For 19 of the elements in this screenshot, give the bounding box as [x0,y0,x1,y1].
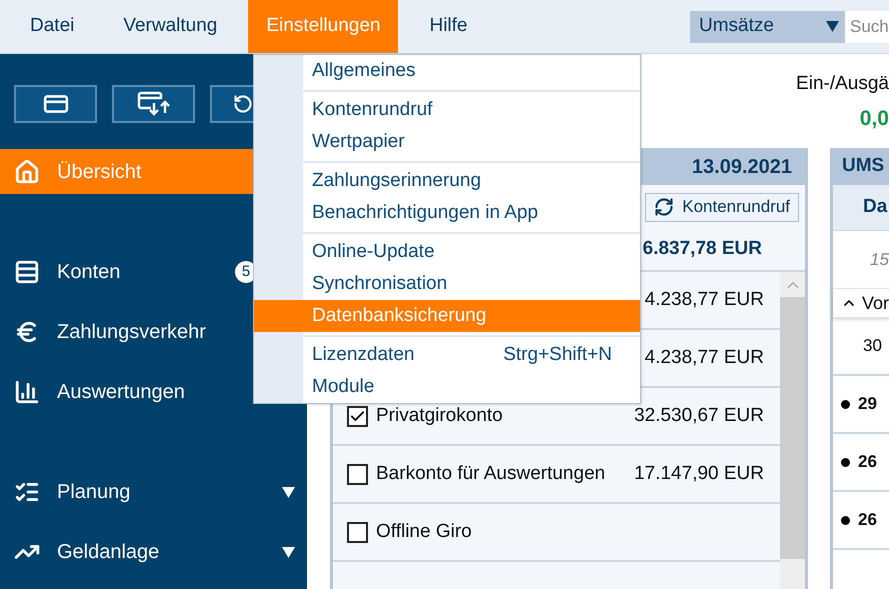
date-text: 29 [858,393,877,416]
date-text: 26 [858,451,877,474]
account-balance: 32.530,67 EUR [634,404,764,428]
account-name: Offline Giro [376,520,472,544]
account-balance: 4.238,77 EUR [644,346,764,370]
shortcut-text: Strg+Shift+N [503,342,612,367]
summary-value: 0,0 [860,106,889,132]
total-balance: 6.837,78 EUR [642,237,762,262]
panel-title: UMS [842,154,884,178]
date-text: 26 [858,509,877,532]
account-name: Barkonto für Auswertungen [376,462,606,486]
date-text: 15 [870,248,889,271]
column-header: Da [863,195,888,220]
panel-date: 13.09.2021 [692,154,792,180]
summary-label: Ein-/Ausgä [796,72,889,96]
account-balance: 17.147,90 EUR [634,462,764,486]
account-balance: 4.238,77 EUR [644,288,764,312]
date-text: 30 [862,335,882,358]
account-name: Privatgirokonto [376,404,503,428]
